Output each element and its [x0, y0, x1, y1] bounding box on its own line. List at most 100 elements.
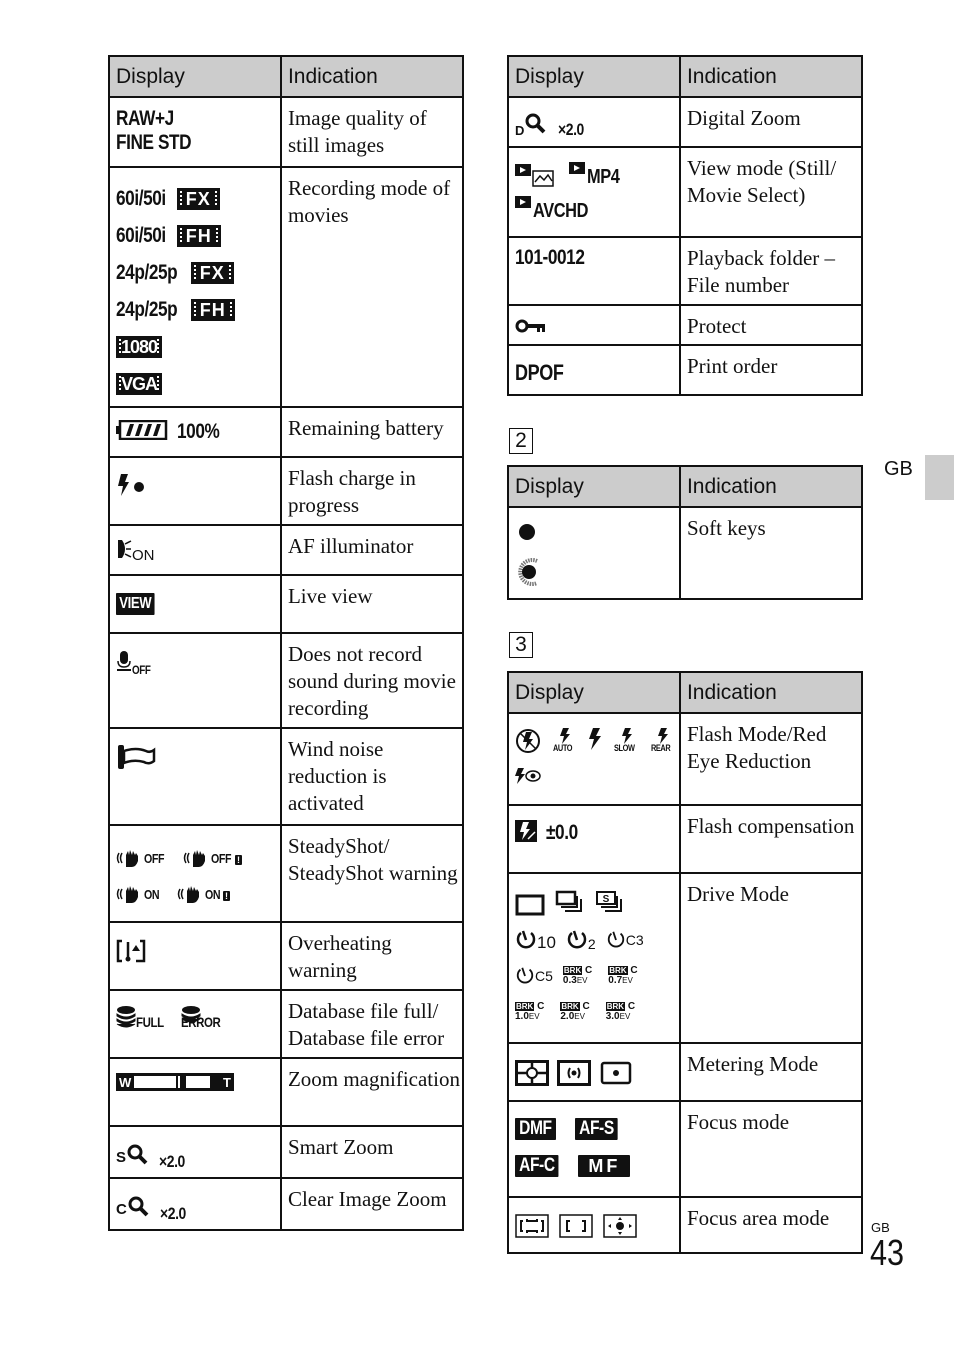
view-mode-avchd-icon: AVCHD [515, 196, 679, 230]
indication-cell: Zoom magnification [279, 1057, 465, 1127]
header-indication: Indication [678, 671, 864, 714]
right-indication-table-1: Display Indication D ×2.0 Digital Zoom M… [507, 55, 864, 396]
indication-cell: Database file full/ Database file error [279, 989, 465, 1059]
header-display: Display [507, 671, 681, 714]
display-cell: VIEW [108, 574, 282, 634]
left-indication-table: Display Indication RAW+J FINE STD Image … [108, 55, 465, 1231]
bracket-0.3ev-icon: BRK C 0.3EV [562, 965, 593, 986]
focus-afs-badge: AF-S [574, 1118, 618, 1140]
table-row: Focus area mode [507, 1196, 864, 1254]
indication-cell: Remaining battery [279, 406, 465, 458]
movie-fh-badge: FH [176, 224, 221, 247]
display-cell [507, 1042, 681, 1102]
display-cell: ±0.0 [507, 804, 681, 874]
flash-compensation-value: ±0.0 [546, 821, 579, 845]
indication-cell: Wind noise reduction is activated [279, 727, 465, 826]
flash-compensation-icon [515, 820, 537, 848]
live-view-badge: VIEW [116, 593, 155, 615]
display-cell [507, 304, 681, 346]
magnifier-icon [524, 112, 546, 140]
steadyshot-on-warning-icon: ON! [177, 883, 230, 905]
zoom-wide-label: W [119, 1074, 132, 1090]
table-row: S 10 2 C3 C5 BRK C 0.3EV BRK C 0.7EV BRK C… [507, 872, 864, 1044]
clear-zoom-value: ×2.0 [160, 1204, 187, 1224]
movie-fx-badge: FX [176, 187, 220, 210]
table-header: Display Indication [507, 55, 864, 98]
indication-cell: Does not record sound during movie recor… [279, 632, 465, 729]
indication-cell: Smart Zoom [279, 1125, 465, 1179]
center-focus-area-icon [559, 1214, 593, 1244]
spot-metering-icon [599, 1060, 633, 1092]
mic-off-label: OFF [132, 663, 151, 678]
table-header: Display Indication [507, 671, 864, 714]
display-cell: RAW+J FINE STD [108, 96, 282, 168]
indication-cell: Protect [678, 304, 864, 346]
digital-zoom-value: ×2.0 [557, 120, 584, 140]
magnifier-icon [127, 1195, 149, 1223]
indication-cell: Recording mode of movies [279, 166, 465, 408]
indication-cell: Playback folder – File number [678, 236, 864, 306]
steadyshot-on-icon: ON [116, 883, 163, 905]
battery-icon [116, 419, 168, 446]
self-timer-10-icon: 10 [515, 929, 556, 952]
bracket-1.0ev-icon: BRK C 1.0EV [515, 1001, 545, 1022]
movie-vga-badge: VGA [116, 372, 163, 395]
flash-auto-icon: AUTO [553, 728, 576, 753]
side-language-tab [925, 455, 954, 500]
table-row: RAW+J FINE STD Image quality of still im… [108, 96, 465, 168]
display-cell [507, 1196, 681, 1254]
zoom-magnification-bar: W T [116, 1073, 234, 1091]
bracket-2.0ev-icon: BRK C 2.0EV [560, 1001, 590, 1022]
flexible-spot-focus-area-icon [603, 1214, 637, 1244]
table-row: Wind noise reduction is activated [108, 727, 465, 826]
database-full-icon: FULL [116, 1006, 170, 1030]
display-cell: OFF OFF! ON ON! [108, 824, 282, 923]
single-shot-icon [515, 894, 545, 922]
display-cell [108, 456, 282, 526]
display-cell: 60i/50i FX 60i/50i FH 24p/25p FX 24p/25p FH … [108, 166, 282, 408]
wind-noise-icon [116, 743, 156, 777]
table-row: Flash charge in progress [108, 456, 465, 526]
table-row: OFF OFF! ON ON! SteadyShot/ SteadyShot w… [108, 824, 465, 923]
speed-priority-continuous-icon: S [595, 890, 627, 922]
display-cell: DMF AF-S AF-C MF [507, 1100, 681, 1198]
flash-off-icon [515, 728, 541, 760]
table-row: Soft keys [507, 506, 864, 600]
overheating-icon [116, 939, 146, 969]
table-row: AUTO SLOW REAR Flash Mode/Red Eye Reduct… [507, 712, 864, 806]
battery-percent: 100% [177, 420, 220, 444]
display-cell: C ×2.0 [108, 1177, 282, 1231]
section-3-number: 3 [509, 632, 533, 658]
table-row: Metering Mode [507, 1042, 864, 1102]
table-row: C ×2.0 Clear Image Zoom [108, 1177, 465, 1231]
continuous-shot-icon [555, 890, 585, 922]
movie-1080-badge: 1080 [116, 335, 163, 358]
header-indication: Indication [678, 55, 864, 98]
header-display: Display [507, 55, 681, 98]
flash-rear-icon: REAR [651, 728, 675, 753]
self-timer-2-icon: 2 [566, 929, 596, 952]
protect-key-icon [515, 318, 547, 340]
header-display: Display [507, 465, 681, 508]
flash-slow-icon: SLOW [614, 728, 639, 753]
digital-zoom-prefix: D [515, 123, 525, 139]
indication-cell: Metering Mode [678, 1042, 864, 1102]
header-indication: Indication [678, 465, 864, 508]
rec-mode-text: 60i/50i [116, 223, 166, 247]
indication-cell: Print order [678, 344, 864, 396]
table-row: Overheating warning [108, 921, 465, 991]
page-number: 43 [870, 1232, 905, 1273]
rec-mode-text: 24p/25p [116, 297, 178, 321]
table-row: VIEW Live view [108, 574, 465, 634]
indication-cell: Focus mode [678, 1100, 864, 1198]
table-row: ON AF illuminator [108, 524, 465, 576]
view-mode-mp4-icon: MP4 [569, 162, 627, 188]
soft-key-dot-icon [517, 522, 679, 548]
indication-cell: Overheating warning [279, 921, 465, 991]
display-cell: FULL ERROR [108, 989, 282, 1059]
indication-cell: Live view [279, 574, 465, 634]
display-cell [108, 727, 282, 826]
display-cell: AUTO SLOW REAR [507, 712, 681, 806]
display-cell: S ×2.0 [108, 1125, 282, 1179]
display-cell: OFF [108, 632, 282, 729]
